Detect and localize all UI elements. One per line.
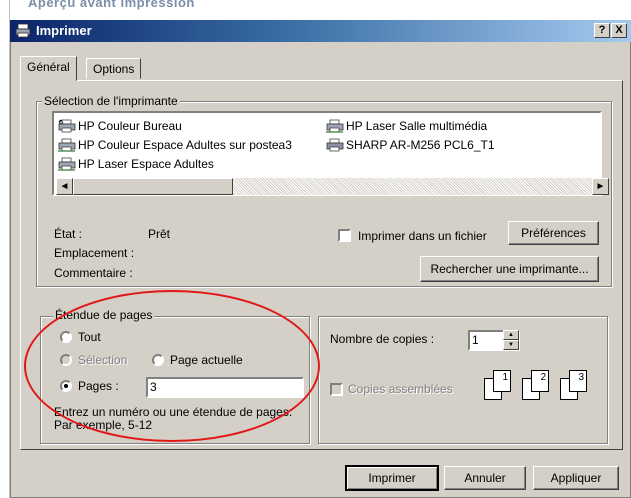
radio-pages[interactable] <box>60 380 72 392</box>
collate-page: 2 <box>531 370 549 392</box>
radio-all-label[interactable]: Tout <box>78 330 101 344</box>
page-range-legend: Étendue de pages <box>53 308 155 322</box>
pages-input[interactable]: 3 <box>146 377 304 398</box>
background-window-edge <box>0 0 10 498</box>
collate-label: Copies assemblées <box>348 382 453 396</box>
page-range-hint-line2: Par exemple, 5-12 <box>54 418 153 432</box>
copies-spinner[interactable]: ▲ ▼ <box>503 330 519 350</box>
status-label: État : <box>54 227 83 241</box>
printer-selection-legend: Sélection de l'imprimante <box>42 94 180 108</box>
status-value: Prêt <box>148 227 171 241</box>
help-button[interactable]: ? <box>594 23 610 38</box>
scroll-left-button[interactable]: ◄ <box>56 178 73 195</box>
printer-item-hp-couleur-espace-adultes[interactable]: HP Couleur Espace Adultes sur postea3 <box>58 137 292 153</box>
radio-selection-label: Sélection <box>78 353 128 367</box>
comment-label: Commentaire : <box>54 266 133 280</box>
printer-item-label: HP Couleur Bureau <box>78 119 182 133</box>
preferences-button[interactable]: Préférences <box>508 221 599 245</box>
radio-selected-dot <box>64 384 68 388</box>
printer-item-label: HP Couleur Espace Adultes sur postea3 <box>78 138 292 152</box>
collate-page: 3 <box>569 370 587 392</box>
printer-list-hscrollbar[interactable]: ◄ ► <box>56 178 609 195</box>
find-printer-button[interactable]: Rechercher une imprimante... <box>420 256 599 282</box>
radio-pages-label[interactable]: Pages : <box>78 379 119 393</box>
radio-selection <box>60 354 72 366</box>
scrollbar-thumb[interactable] <box>73 178 233 195</box>
printer-app-icon <box>15 23 31 38</box>
location-label: Emplacement : <box>54 246 135 260</box>
printer-item-hp-couleur-bureau[interactable]: HP Couleur Bureau <box>58 118 182 134</box>
collate-checkbox <box>330 383 343 396</box>
print-to-file-label[interactable]: Imprimer dans un fichier <box>358 229 487 243</box>
page-range-hint: Entrez un numéro ou une étendue de pages… <box>54 406 292 432</box>
background-window-title: Aperçu avant impression <box>28 0 195 10</box>
copies-count-label: Nombre de copies : <box>330 332 435 346</box>
printer-network-icon <box>58 157 76 171</box>
printer-default-icon <box>58 119 76 133</box>
printer-network-icon <box>58 138 76 152</box>
apply-button[interactable]: Appliquer <box>533 466 619 490</box>
collate-page: 1 <box>493 370 511 392</box>
cancel-button[interactable]: Annuler <box>444 466 526 490</box>
close-button[interactable]: X <box>611 23 627 38</box>
printer-item-sharp-ar-m256[interactable]: SHARP AR-M256 PCL6_T1 <box>326 137 495 153</box>
spin-up-icon[interactable]: ▲ <box>503 330 519 340</box>
printer-list[interactable]: HP Couleur Bureau HP Couleur Espace Adul… <box>52 111 609 196</box>
printer-item-hp-laser-salle-multimedia[interactable]: HP Laser Salle multimédia <box>326 118 487 134</box>
print-button[interactable]: Imprimer <box>345 465 439 491</box>
dialog-title: Imprimer <box>36 23 92 38</box>
spin-down-icon[interactable]: ▼ <box>503 340 519 350</box>
radio-current-page-label[interactable]: Page actuelle <box>170 353 243 367</box>
tab-general[interactable]: Général <box>20 56 77 81</box>
print-to-file-checkbox[interactable] <box>338 229 351 242</box>
collate-preview-icon: 1 1 2 2 3 3 <box>484 370 602 404</box>
printer-item-hp-laser-espace-adultes[interactable]: HP Laser Espace Adultes <box>58 156 214 172</box>
scroll-right-button[interactable]: ► <box>592 178 609 195</box>
tab-options[interactable]: Options <box>86 58 142 79</box>
printer-icon <box>326 138 344 152</box>
printer-item-label: HP Laser Espace Adultes <box>78 157 214 171</box>
printer-item-label: HP Laser Salle multimédia <box>346 119 488 133</box>
printer-item-label: SHARP AR-M256 PCL6_T1 <box>346 138 495 152</box>
printer-network-icon <box>326 119 344 133</box>
radio-all[interactable] <box>60 331 72 343</box>
dialog-titlebar[interactable]: Imprimer ? X <box>10 20 631 42</box>
radio-current-page[interactable] <box>152 354 164 366</box>
